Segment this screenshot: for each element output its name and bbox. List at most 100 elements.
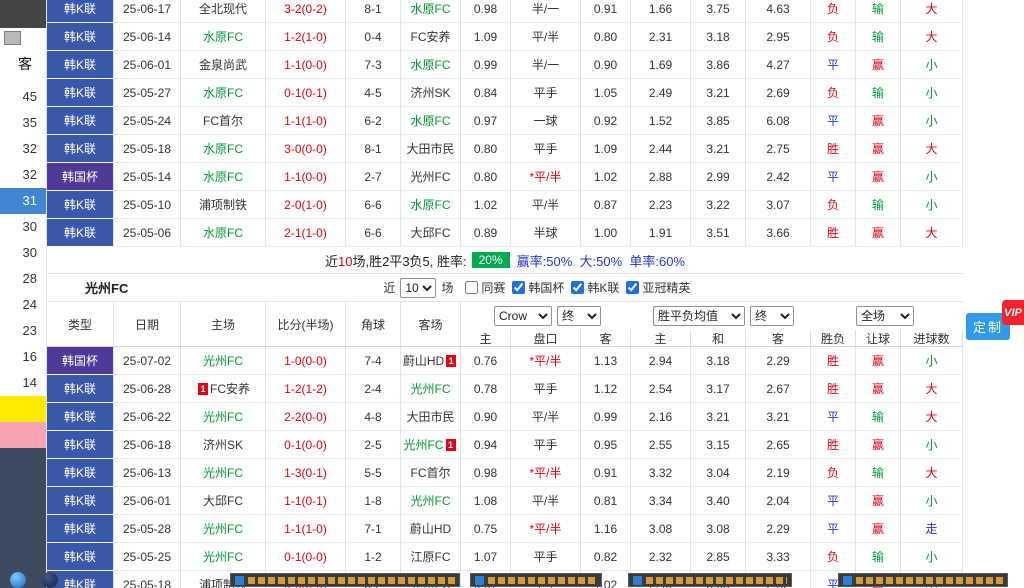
handicap-line: 平/半	[511, 403, 581, 431]
avg-away: 2.19	[746, 459, 811, 487]
handicap-line: *平/半	[511, 459, 581, 487]
home-team[interactable]: 光州FC	[181, 515, 266, 543]
col-score: 比分(半场)	[266, 302, 346, 347]
home-team[interactable]: 水原FC	[181, 135, 266, 163]
home-team[interactable]: 大邱FC	[181, 487, 266, 515]
away-team[interactable]: FC安养	[401, 23, 461, 51]
scope-select[interactable]: 全场	[856, 306, 914, 326]
col-avg-home: 主	[631, 330, 691, 347]
away-team[interactable]: 光州FC	[401, 487, 461, 515]
home-team[interactable]: 光州FC	[181, 347, 266, 375]
handicap-outcome: 输	[856, 191, 901, 219]
match-date: 25-06-01	[114, 51, 181, 79]
away-team[interactable]: 水原FC	[401, 51, 461, 79]
vip-tab[interactable]: VIP	[1002, 300, 1024, 325]
handicap-outcome: 赢	[856, 163, 901, 191]
final-odds-select-2[interactable]: 终	[750, 306, 794, 326]
taskbar-app-icon-dark[interactable]	[42, 572, 58, 588]
home-team[interactable]: FC首尔	[181, 107, 266, 135]
league-badge: 韩K联	[47, 79, 114, 107]
checkbox-同赛[interactable]	[465, 281, 478, 294]
goals-outcome: 小	[901, 543, 963, 571]
gwangju-history-table: 韩国杯25-07-02光州FC1-0(0-0)7-4蔚山HD10.76*平/半1…	[46, 347, 963, 588]
team-name: FC安养	[411, 28, 451, 45]
score-halftime: 2-1(1-0)	[266, 219, 346, 247]
away-team[interactable]: 水原FC	[401, 0, 461, 23]
taskbar-window-1[interactable]	[230, 573, 460, 587]
sidebar-row	[0, 396, 46, 422]
goals-outcome: 小	[901, 107, 963, 135]
home-team[interactable]: 水原FC	[181, 163, 266, 191]
away-team[interactable]: 江原FC	[401, 543, 461, 571]
home-team[interactable]: 济州SK	[181, 431, 266, 459]
home-team[interactable]: 水原FC	[181, 23, 266, 51]
bookmaker-select[interactable]: Crow	[494, 306, 552, 326]
red-card-icon: 1	[446, 355, 456, 367]
sidebar-row: 30	[0, 214, 46, 240]
away-team[interactable]: 蔚山HD1	[401, 347, 461, 375]
handicap-outcome: 输	[856, 0, 901, 23]
away-team[interactable]: 光州FC	[401, 375, 461, 403]
away-team[interactable]: 大邱FC	[401, 219, 461, 247]
taskbar-window-4[interactable]	[838, 573, 1008, 587]
away-team[interactable]: 水原FC	[401, 107, 461, 135]
home-team[interactable]: 水原FC	[181, 79, 266, 107]
odds-home: 0.99	[461, 51, 511, 79]
avg-away: 4.63	[746, 0, 811, 23]
home-team[interactable]: 全北现代	[181, 0, 266, 23]
taskbar-app-icon-blue[interactable]	[10, 572, 26, 588]
away-team[interactable]: FC首尔	[401, 459, 461, 487]
score-halftime: 1-0(0-0)	[266, 347, 346, 375]
away-team[interactable]: 光州FC	[401, 163, 461, 191]
taskbar-window-3[interactable]	[628, 573, 792, 587]
sidebar-row: 45	[0, 84, 46, 110]
final-odds-select-1[interactable]: 终	[557, 306, 601, 326]
table-row: 韩K联25-06-14水原FC1-2(1-0)0-4FC安养1.09平/半0.8…	[47, 23, 963, 51]
corners: 1-8	[346, 487, 401, 515]
odds-home: 1.02	[461, 191, 511, 219]
table-row: 韩K联25-05-25光州FC0-1(0-0)1-2江原FC1.07平手0.82…	[47, 543, 963, 571]
home-team[interactable]: 光州FC	[181, 403, 266, 431]
table-row: 韩K联25-06-281FC安养1-2(1-2)2-4光州FC0.78平手1.1…	[47, 375, 963, 403]
home-team[interactable]: 1FC安养	[181, 375, 266, 403]
filter-亚冠精英: 亚冠精英	[626, 279, 690, 296]
home-team[interactable]: 光州FC	[181, 459, 266, 487]
home-team[interactable]: 水原FC	[181, 219, 266, 247]
goals-outcome: 大	[901, 23, 963, 51]
odds-home: 0.98	[461, 0, 511, 23]
handicap-line: 平/半	[511, 191, 581, 219]
checkbox-亚冠精英[interactable]	[626, 281, 639, 294]
team-name: 光州FC	[203, 520, 243, 537]
home-team[interactable]: 浦项制铁	[181, 191, 266, 219]
avg-metric-select[interactable]: 胜平负均值	[653, 306, 745, 326]
goals-outcome: 小	[901, 79, 963, 107]
handicap-line: 平手	[511, 79, 581, 107]
away-team[interactable]: 大田市民	[401, 135, 461, 163]
home-team[interactable]: 光州FC	[181, 543, 266, 571]
col-goals: 进球数	[901, 330, 963, 347]
away-team[interactable]: 光州FC1	[401, 431, 461, 459]
handicap-line: 一球	[511, 107, 581, 135]
taskbar-window-2[interactable]	[470, 573, 602, 587]
recent-count-select[interactable]: 10	[400, 278, 436, 298]
league-badge: 韩K联	[47, 135, 114, 163]
handicap-line: 平/半	[511, 487, 581, 515]
away-team[interactable]: 济州SK	[401, 79, 461, 107]
away-team[interactable]: 水原FC	[401, 191, 461, 219]
away-team[interactable]: 大田市民	[401, 403, 461, 431]
score-halftime: 1-1(0-0)	[266, 163, 346, 191]
checkbox-韩K联[interactable]	[571, 281, 584, 294]
checkbox-韩国杯[interactable]	[512, 281, 525, 294]
team-name: FC首尔	[411, 464, 451, 481]
home-team[interactable]: 金泉尚武	[181, 51, 266, 79]
result-outcome: 负	[811, 191, 856, 219]
avg-draw: 3.21	[691, 403, 746, 431]
away-team[interactable]: 蔚山HD	[401, 515, 461, 543]
header-selects: Crow 终 胜平负均值 终 全场	[461, 302, 963, 330]
odds-home: 0.89	[461, 219, 511, 247]
score-halftime: 1-1(1-0)	[266, 107, 346, 135]
team-name: 济州SK	[410, 84, 450, 101]
handicap-line: 平手	[511, 543, 581, 571]
avg-home: 1.66	[631, 0, 691, 23]
corners: 4-8	[346, 403, 401, 431]
